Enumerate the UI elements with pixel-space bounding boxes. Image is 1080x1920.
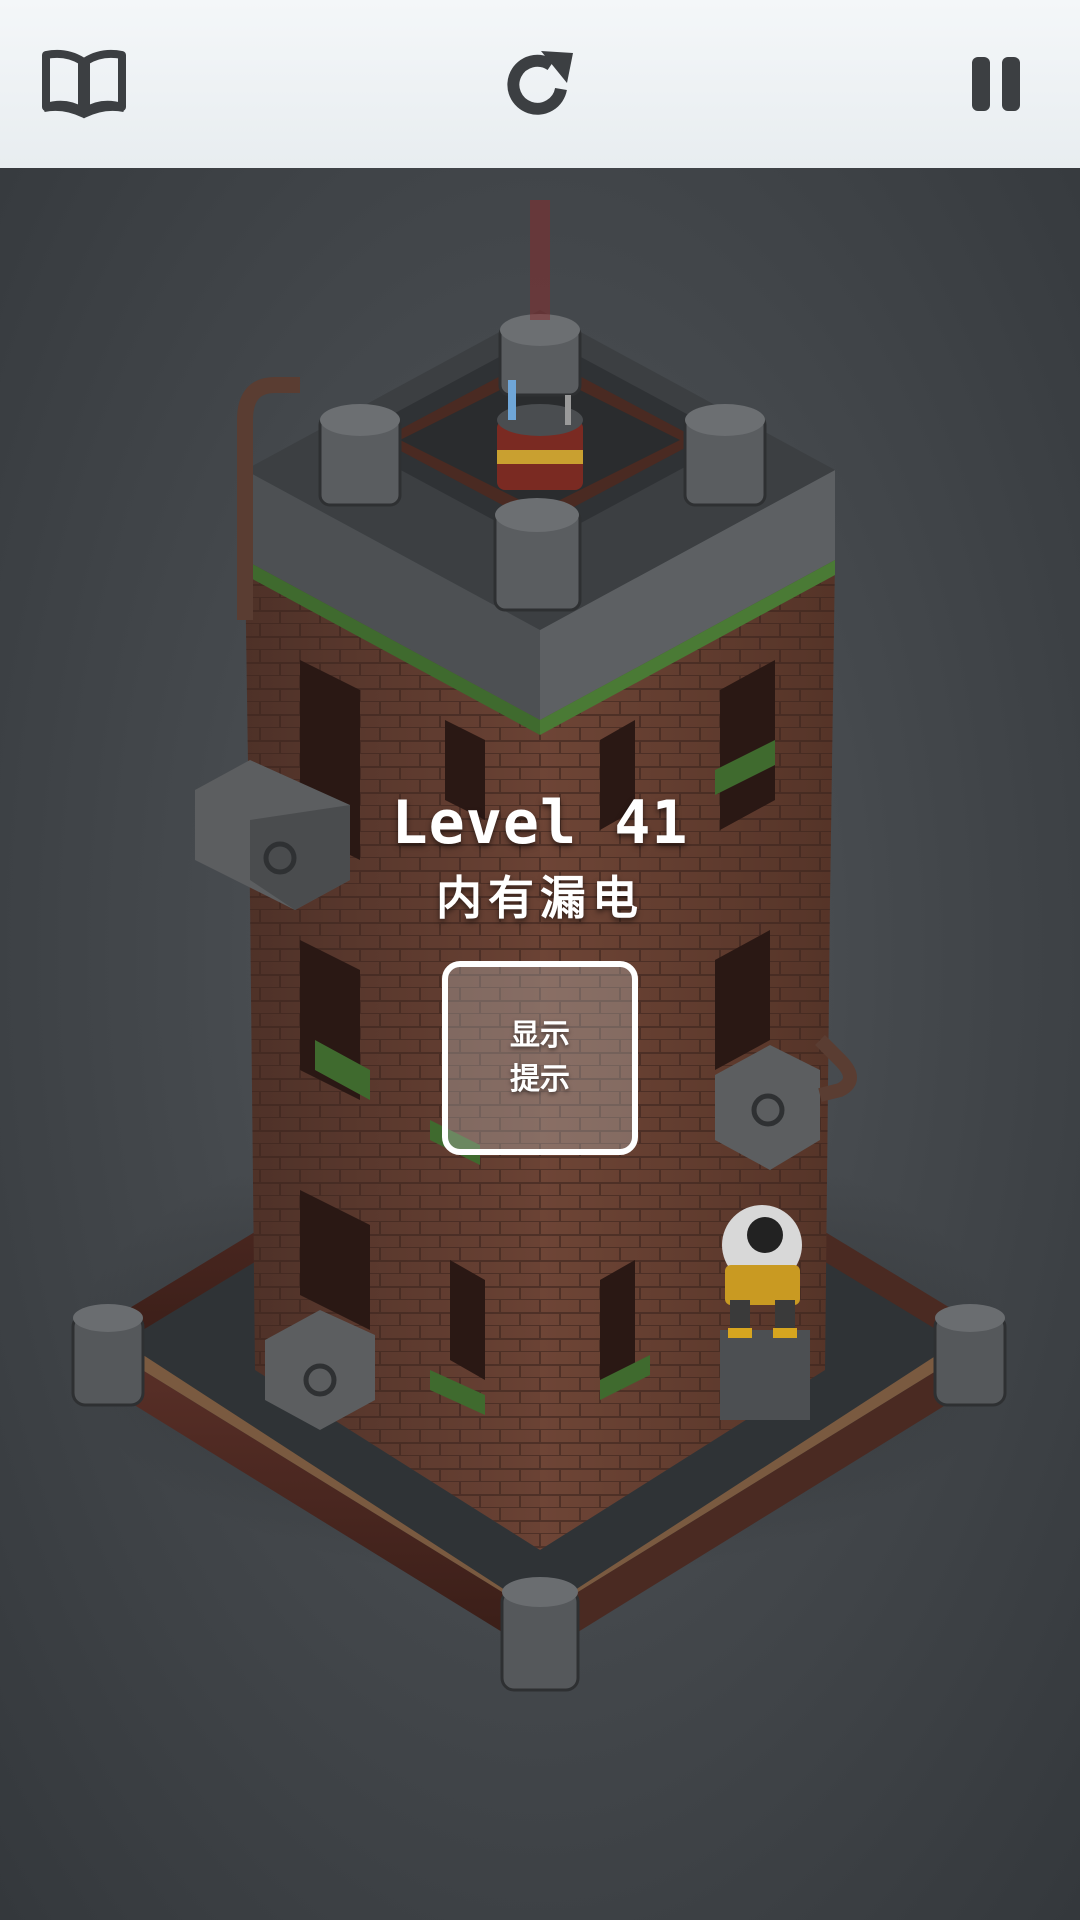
hint-label-line2: 提示 [510, 1062, 570, 1097]
level-subtitle: 内有漏电 [436, 871, 644, 925]
pause-button[interactable] [946, 34, 1046, 134]
pause-icon [972, 57, 1020, 111]
level-title: Level 41 [391, 788, 689, 858]
top-toolbar [0, 0, 1080, 168]
restart-icon [507, 51, 573, 115]
hint-label-line1: 显示 [510, 1018, 570, 1053]
guide-button[interactable] [34, 34, 134, 134]
game-screen: Level 41 内有漏电 显示 提示 [0, 0, 1080, 1920]
show-hint-button[interactable]: 显示 提示 [442, 961, 638, 1155]
restart-button[interactable] [490, 34, 590, 134]
book-icon [42, 49, 126, 119]
